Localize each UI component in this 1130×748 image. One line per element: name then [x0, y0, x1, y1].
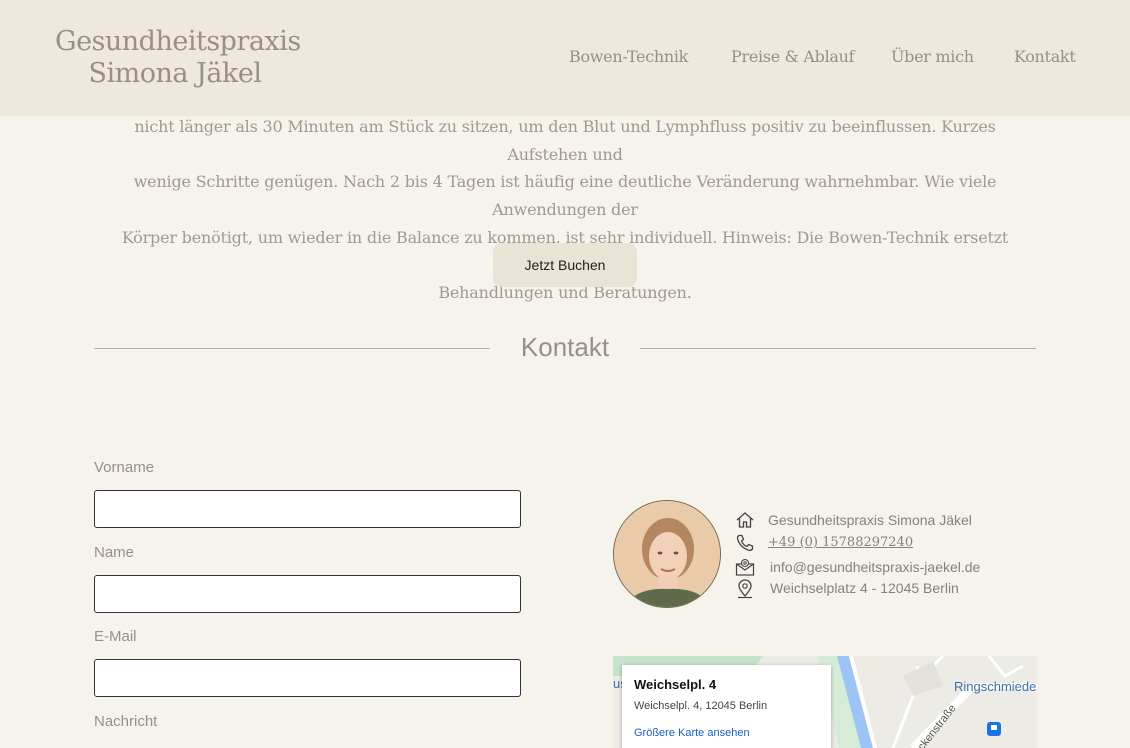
nav-ueber-mich[interactable]: Über mich	[891, 47, 974, 66]
book-now-button[interactable]: Jetzt Buchen	[493, 243, 637, 287]
phone-link[interactable]: +49 (0) 15788297240	[768, 535, 913, 550]
intro-line: nicht länger als 30 Minuten am Stück zu …	[134, 117, 996, 164]
logo-line-2: Simona Jäkel	[88, 58, 262, 89]
divider-left	[94, 348, 490, 349]
home-icon	[736, 512, 754, 528]
intro-line: wenige Schritte genügen. Nach 2 bis 4 Ta…	[133, 172, 997, 220]
map-card-address: Weichselpl. 4, 12045 Berlin	[634, 700, 768, 712]
map-label-ringschmiede: Ringschmiede	[954, 679, 1037, 694]
nachricht-label: Nachricht	[94, 713, 158, 730]
logo-line-1: Gesundheitspraxis	[55, 26, 301, 57]
larger-map-link[interactable]: Größere Karte ansehen	[634, 727, 750, 739]
site-header: Gesundheitspraxis Simona Jäkel Bowen-Tec…	[0, 0, 1130, 116]
divider-right	[640, 348, 1036, 349]
nav-preise-ablauf[interactable]: Preise & Ablauf	[731, 47, 855, 66]
nav-kontakt[interactable]: Kontakt	[1014, 47, 1076, 66]
avatar	[613, 500, 721, 608]
map-embed[interactable]: us Ringschmiede ackenstraße Weichselpl. …	[613, 656, 1037, 748]
contact-heading: Kontakt	[520, 332, 610, 362]
address-text: Weichselplatz 4 - 12045 Berlin	[770, 580, 959, 596]
practice-name: Gesundheitspraxis Simona Jäkel	[768, 512, 972, 528]
email-label: E-Mail	[94, 628, 137, 645]
mail-icon	[735, 558, 755, 576]
nav-bowen-technik[interactable]: Bowen-Technik	[569, 47, 688, 66]
name-field[interactable]	[94, 575, 521, 613]
site-logo[interactable]: Gesundheitspraxis Simona Jäkel	[55, 26, 301, 90]
map-card-title: Weichselpl. 4	[634, 677, 717, 692]
phone-icon	[736, 534, 754, 551]
location-icon	[738, 579, 752, 599]
email-field[interactable]	[94, 659, 521, 697]
vorname-label: Vorname	[94, 459, 155, 476]
map-info-card: Weichselpl. 4 Weichselpl. 4, 12045 Berli…	[622, 665, 831, 748]
vorname-field[interactable]	[94, 490, 521, 528]
name-label: Name	[94, 544, 135, 561]
email-link[interactable]: info@gesundheitspraxis-jaekel.de	[770, 559, 980, 575]
